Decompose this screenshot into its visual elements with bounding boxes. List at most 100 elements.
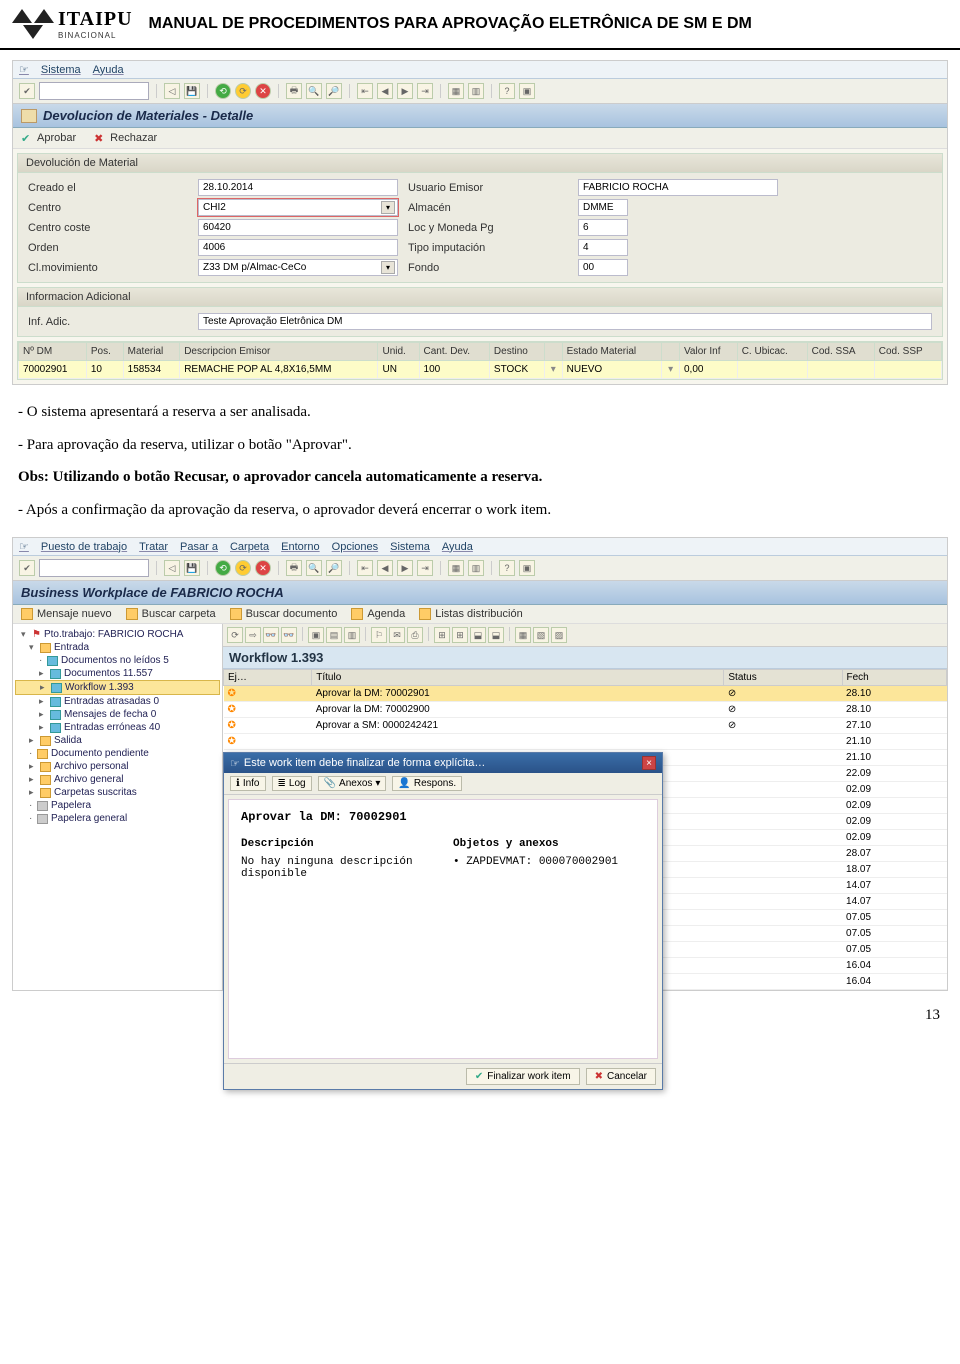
find-next-icon[interactable]: 🔎 [326,83,342,99]
new-message-button[interactable]: Mensaje nuevo [21,608,112,620]
rp-btn[interactable]: ⎙ [407,627,423,643]
tree-item-workflow[interactable]: ▸Workflow 1.393 [15,680,220,695]
find-icon[interactable]: 🔍 [306,560,322,576]
menu-sistema[interactable]: Sistema [41,64,81,76]
last-page-icon[interactable]: ⇥ [417,83,433,99]
dlg-log-button[interactable]: ≣Log [272,776,312,791]
wf-h-ej[interactable]: Ej… [224,670,312,686]
rp-btn[interactable]: ⟳ [227,627,243,643]
reject-button[interactable]: ✖ Rechazar [94,132,157,144]
layout-icon[interactable]: ▦ [448,560,464,576]
settings-icon[interactable]: ▣ [519,83,535,99]
dlg-info-button[interactable]: ℹInfo [230,776,266,791]
menu-tratar[interactable]: Tratar [139,541,168,553]
rp-btn[interactable]: ⇨ [245,627,261,643]
expand-icon[interactable]: ▸ [39,696,47,707]
expand-icon[interactable]: ▸ [29,774,37,785]
tree-item[interactable]: ▸Documentos 11.557 [15,667,220,680]
find-next-icon[interactable]: 🔎 [326,560,342,576]
menu-opciones[interactable]: Opciones [332,541,378,553]
collapse-icon[interactable]: ▾ [21,629,29,640]
menu-sistema2[interactable]: Sistema [390,541,430,553]
tree-item[interactable]: ▸Archivo personal [15,760,220,773]
yellow-exit-icon[interactable]: ⟳ [235,83,251,99]
dropdown-icon[interactable]: ▾ [375,778,380,789]
tree-item[interactable]: ·Documento pendiente [15,747,220,760]
menu-ayuda[interactable]: Ayuda [93,64,124,76]
table-cell[interactable] [807,361,874,379]
exit-icon[interactable]: ☞ [19,540,29,553]
tree-root[interactable]: ▾⚑Pto.trabajo: FABRICIO ROCHA [15,628,220,641]
table-cell[interactable] [737,361,807,379]
expand-icon[interactable]: ▸ [29,735,37,746]
table-header[interactable]: Cod. SSP [874,343,941,361]
menu-ayuda2[interactable]: Ayuda [442,541,473,553]
table-cell[interactable]: 70002901 [19,361,87,379]
table-cell[interactable]: STOCK [489,361,544,379]
green-back-icon[interactable]: ⟲ [215,560,231,576]
wf-h-status[interactable]: Status [724,670,842,686]
menu-carpeta[interactable]: Carpeta [230,541,269,553]
value-orden[interactable]: 4006 [198,239,398,256]
dropdown-icon[interactable]: ▾ [381,261,395,274]
red-cancel-icon[interactable]: ✕ [255,560,271,576]
tree-item[interactable]: ·Papelera [15,799,220,812]
value-fondo[interactable]: 00 [578,259,628,276]
collapse-icon[interactable]: ▾ [29,642,37,653]
green-back-icon[interactable]: ⟲ [215,83,231,99]
table-header[interactable]: Estado Material [562,343,662,361]
dist-list-button[interactable]: Listas distribución [419,608,522,620]
ok-icon[interactable]: ✔ [19,83,35,99]
value-creado[interactable]: 28.10.2014 [198,179,398,196]
menu-pasar[interactable]: Pasar a [180,541,218,553]
value-tipoimp[interactable]: 4 [578,239,628,256]
table-cell[interactable]: REMACHE POP AL 4,8X16,5MM [180,361,378,379]
menu-entorno[interactable]: Entorno [281,541,320,553]
table-header[interactable]: Nº DM [19,343,87,361]
rp-btn[interactable]: ▧ [533,627,549,643]
rp-btn[interactable]: 👓 [263,627,279,643]
approve-button[interactable]: ✔ Aprobar [21,132,76,144]
table-header[interactable]: Descripcion Emisor [180,343,378,361]
rp-btn[interactable]: ⊞ [434,627,450,643]
back-icon[interactable]: ◁ [164,560,180,576]
rp-btn[interactable]: ⚐ [371,627,387,643]
table-cell[interactable]: 158534 [123,361,180,379]
red-cancel-icon[interactable]: ✕ [255,83,271,99]
tree-item[interactable]: ▸Carpetas suscritas [15,786,220,799]
expand-icon[interactable]: ▸ [40,682,48,693]
table-header[interactable]: Pos. [86,343,123,361]
wf-h-titulo[interactable]: Título [312,670,724,686]
table-cell[interactable] [874,361,941,379]
table-cell[interactable]: 0,00 [679,361,737,379]
find-folder-button[interactable]: Buscar carpeta [126,608,216,620]
table-row[interactable]: ✪Aprovar la DM: 70002900⊘28.10 [224,702,947,718]
rp-btn[interactable]: ✉ [389,627,405,643]
first-page-icon[interactable]: ⇤ [357,83,373,99]
prev-page-icon[interactable]: ◀ [377,560,393,576]
dlg-anexos-button[interactable]: 📎Anexos▾ [318,776,387,791]
value-clmov[interactable]: Z33 DM p/Almac-CeCo▾ [198,259,398,276]
settings-icon[interactable]: ▣ [519,560,535,576]
menu-puesto[interactable]: Puesto de trabajo [41,541,127,553]
value-infadic[interactable]: Teste Aprovação Eletrônica DM [198,313,932,330]
expand-icon[interactable]: ▸ [29,787,37,798]
help-icon[interactable]: ? [499,83,515,99]
table-cell[interactable]: 10 [86,361,123,379]
close-icon[interactable]: × [642,756,656,770]
rp-btn[interactable]: 👓 [281,627,297,643]
print-icon[interactable]: 🖶 [286,83,302,99]
cancel-button[interactable]: ✖Cancelar [586,1068,656,1085]
layout2-icon[interactable]: ▥ [468,560,484,576]
rp-btn[interactable]: ▥ [344,627,360,643]
tree-entrada[interactable]: ▾Entrada [15,641,220,654]
exit-icon[interactable]: ☞ [19,63,29,76]
table-header[interactable]: Valor Inf [679,343,737,361]
rp-btn[interactable]: ▦ [515,627,531,643]
command-input[interactable] [39,82,149,100]
tree-item[interactable]: ▸Mensajes de fecha 0 [15,708,220,721]
tree-item[interactable]: ▸Entradas atrasadas 0 [15,695,220,708]
table-header[interactable]: Unid. [378,343,419,361]
find-icon[interactable]: 🔍 [306,83,322,99]
next-page-icon[interactable]: ▶ [397,560,413,576]
